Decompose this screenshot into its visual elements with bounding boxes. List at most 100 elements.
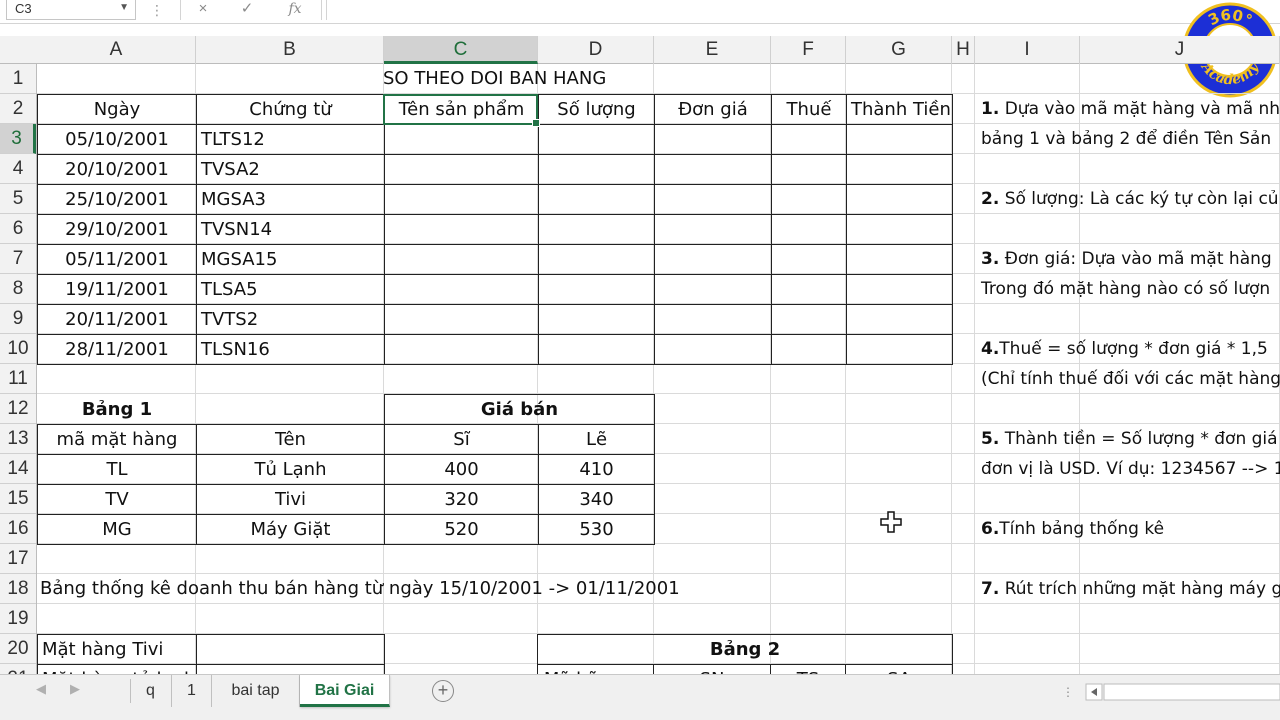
cell[interactable] — [846, 214, 953, 245]
row-header-18[interactable]: 18 — [0, 574, 36, 604]
cell[interactable] — [196, 664, 385, 674]
cell[interactable] — [197, 395, 385, 425]
cell[interactable] — [654, 214, 772, 245]
sheet-tab[interactable]: 1 — [172, 675, 212, 707]
row-header-9[interactable]: 9 — [0, 304, 36, 334]
date-cell[interactable]: 29/10/2001 — [37, 214, 197, 245]
cell[interactable] — [846, 304, 953, 335]
row-header-3[interactable]: 3 — [0, 124, 36, 154]
column-header-c[interactable]: C — [384, 36, 538, 64]
cell[interactable]: 340 — [537, 484, 656, 515]
formula-input[interactable] — [326, 0, 1280, 20]
cell[interactable] — [771, 154, 847, 185]
cell[interactable] — [384, 214, 539, 245]
cell[interactable] — [654, 274, 772, 305]
cell[interactable] — [846, 184, 953, 215]
horizontal-scrollbar[interactable]: ⋮ — [1060, 683, 1280, 701]
chevron-down-icon[interactable]: ▼ — [119, 0, 129, 17]
cell[interactable] — [846, 274, 953, 305]
cell[interactable]: TV — [37, 484, 197, 515]
date-cell[interactable]: 19/11/2001 — [37, 274, 197, 305]
voucher-cell[interactable]: TLTS12 — [196, 124, 385, 155]
date-cell[interactable]: 28/11/2001 — [37, 334, 197, 365]
voucher-cell[interactable]: TVTS2 — [196, 304, 385, 335]
stats-label[interactable]: Mặt hàng tủ lạnh — [37, 664, 197, 674]
cell[interactable] — [538, 304, 655, 335]
cell[interactable]: Máy Giặt — [196, 514, 385, 545]
cell[interactable] — [384, 334, 539, 365]
cell[interactable] — [654, 184, 772, 215]
row-header-14[interactable]: 14 — [0, 454, 36, 484]
row-header-5[interactable]: 5 — [0, 184, 36, 214]
cell[interactable] — [771, 244, 847, 275]
cell[interactable] — [538, 184, 655, 215]
cell[interactable]: 320 — [384, 484, 539, 515]
column-header-f[interactable]: F — [771, 36, 846, 64]
cell[interactable] — [771, 274, 847, 305]
sheet-tab[interactable]: Bai Giai — [300, 675, 390, 707]
column-header-j[interactable]: J — [1080, 36, 1280, 64]
sheet-tab[interactable]: q — [130, 675, 172, 707]
column-header-a[interactable]: A — [37, 36, 196, 64]
add-sheet-icon[interactable]: + — [432, 680, 454, 702]
row-header-13[interactable]: 13 — [0, 424, 36, 454]
chevron-left-icon[interactable]: ◀ — [36, 681, 46, 697]
row-header-7[interactable]: 7 — [0, 244, 36, 274]
cell[interactable] — [384, 244, 539, 275]
row-header-1[interactable]: 1 — [0, 64, 36, 94]
cell[interactable] — [538, 154, 655, 185]
cell[interactable] — [771, 334, 847, 365]
cell[interactable] — [538, 334, 655, 365]
voucher-cell[interactable]: MGSA3 — [196, 184, 385, 215]
cell[interactable] — [538, 274, 655, 305]
row-header-11[interactable]: 11 — [0, 364, 36, 394]
cell[interactable]: 520 — [384, 514, 539, 545]
row-header-4[interactable]: 4 — [0, 154, 36, 184]
cell[interactable]: 530 — [537, 514, 656, 545]
row-header-10[interactable]: 10 — [0, 334, 36, 364]
insert-function-icon[interactable]: fx — [281, 0, 309, 20]
row-header-8[interactable]: 8 — [0, 274, 36, 304]
cell[interactable] — [654, 154, 772, 185]
row-header-6[interactable]: 6 — [0, 214, 36, 244]
column-header-h[interactable]: H — [952, 36, 975, 64]
voucher-cell[interactable]: TVSN14 — [196, 214, 385, 245]
cell[interactable] — [196, 634, 385, 665]
cell-area[interactable]: SO THEO DOI BAN HANG Ngày Chứng từ Tên sản… — [37, 64, 1280, 674]
enter-icon[interactable]: ✓ — [233, 0, 261, 20]
row-header-12[interactable]: 12 — [0, 394, 36, 424]
row-header-20[interactable]: 20 — [0, 634, 36, 664]
cell[interactable] — [384, 304, 539, 335]
stats-label[interactable]: Mặt hàng Tivi — [37, 634, 197, 665]
row-header-17[interactable]: 17 — [0, 544, 36, 574]
row-header-16[interactable]: 16 — [0, 514, 36, 544]
date-cell[interactable]: 20/10/2001 — [37, 154, 197, 185]
column-header-e[interactable]: E — [654, 36, 771, 64]
cell[interactable]: MG — [37, 514, 197, 545]
cell[interactable] — [654, 334, 772, 365]
active-cell-selection[interactable] — [383, 94, 540, 127]
row-header-15[interactable]: 15 — [0, 484, 36, 514]
chevron-right-icon[interactable]: ▶ — [70, 681, 80, 697]
cell[interactable] — [771, 214, 847, 245]
voucher-cell[interactable]: MGSA15 — [196, 244, 385, 275]
voucher-cell[interactable]: TLSA5 — [196, 274, 385, 305]
cell[interactable] — [654, 244, 772, 275]
cell[interactable] — [846, 334, 953, 365]
cell[interactable] — [384, 154, 539, 185]
cell[interactable]: 410 — [537, 454, 656, 485]
voucher-cell[interactable]: TLSN16 — [196, 334, 385, 365]
cell[interactable] — [384, 274, 539, 305]
cell[interactable] — [654, 304, 772, 335]
date-cell[interactable]: 25/10/2001 — [37, 184, 197, 215]
column-header-i[interactable]: I — [975, 36, 1080, 64]
cell[interactable] — [846, 154, 953, 185]
column-header-d[interactable]: D — [538, 36, 654, 64]
date-cell[interactable]: 20/11/2001 — [37, 304, 197, 335]
column-header-b[interactable]: B — [196, 36, 384, 64]
cell[interactable] — [384, 124, 539, 155]
cancel-icon[interactable]: × — [189, 0, 217, 20]
cell[interactable] — [654, 124, 772, 155]
cell[interactable] — [771, 304, 847, 335]
name-box[interactable]: C3 ▼ — [6, 0, 136, 20]
